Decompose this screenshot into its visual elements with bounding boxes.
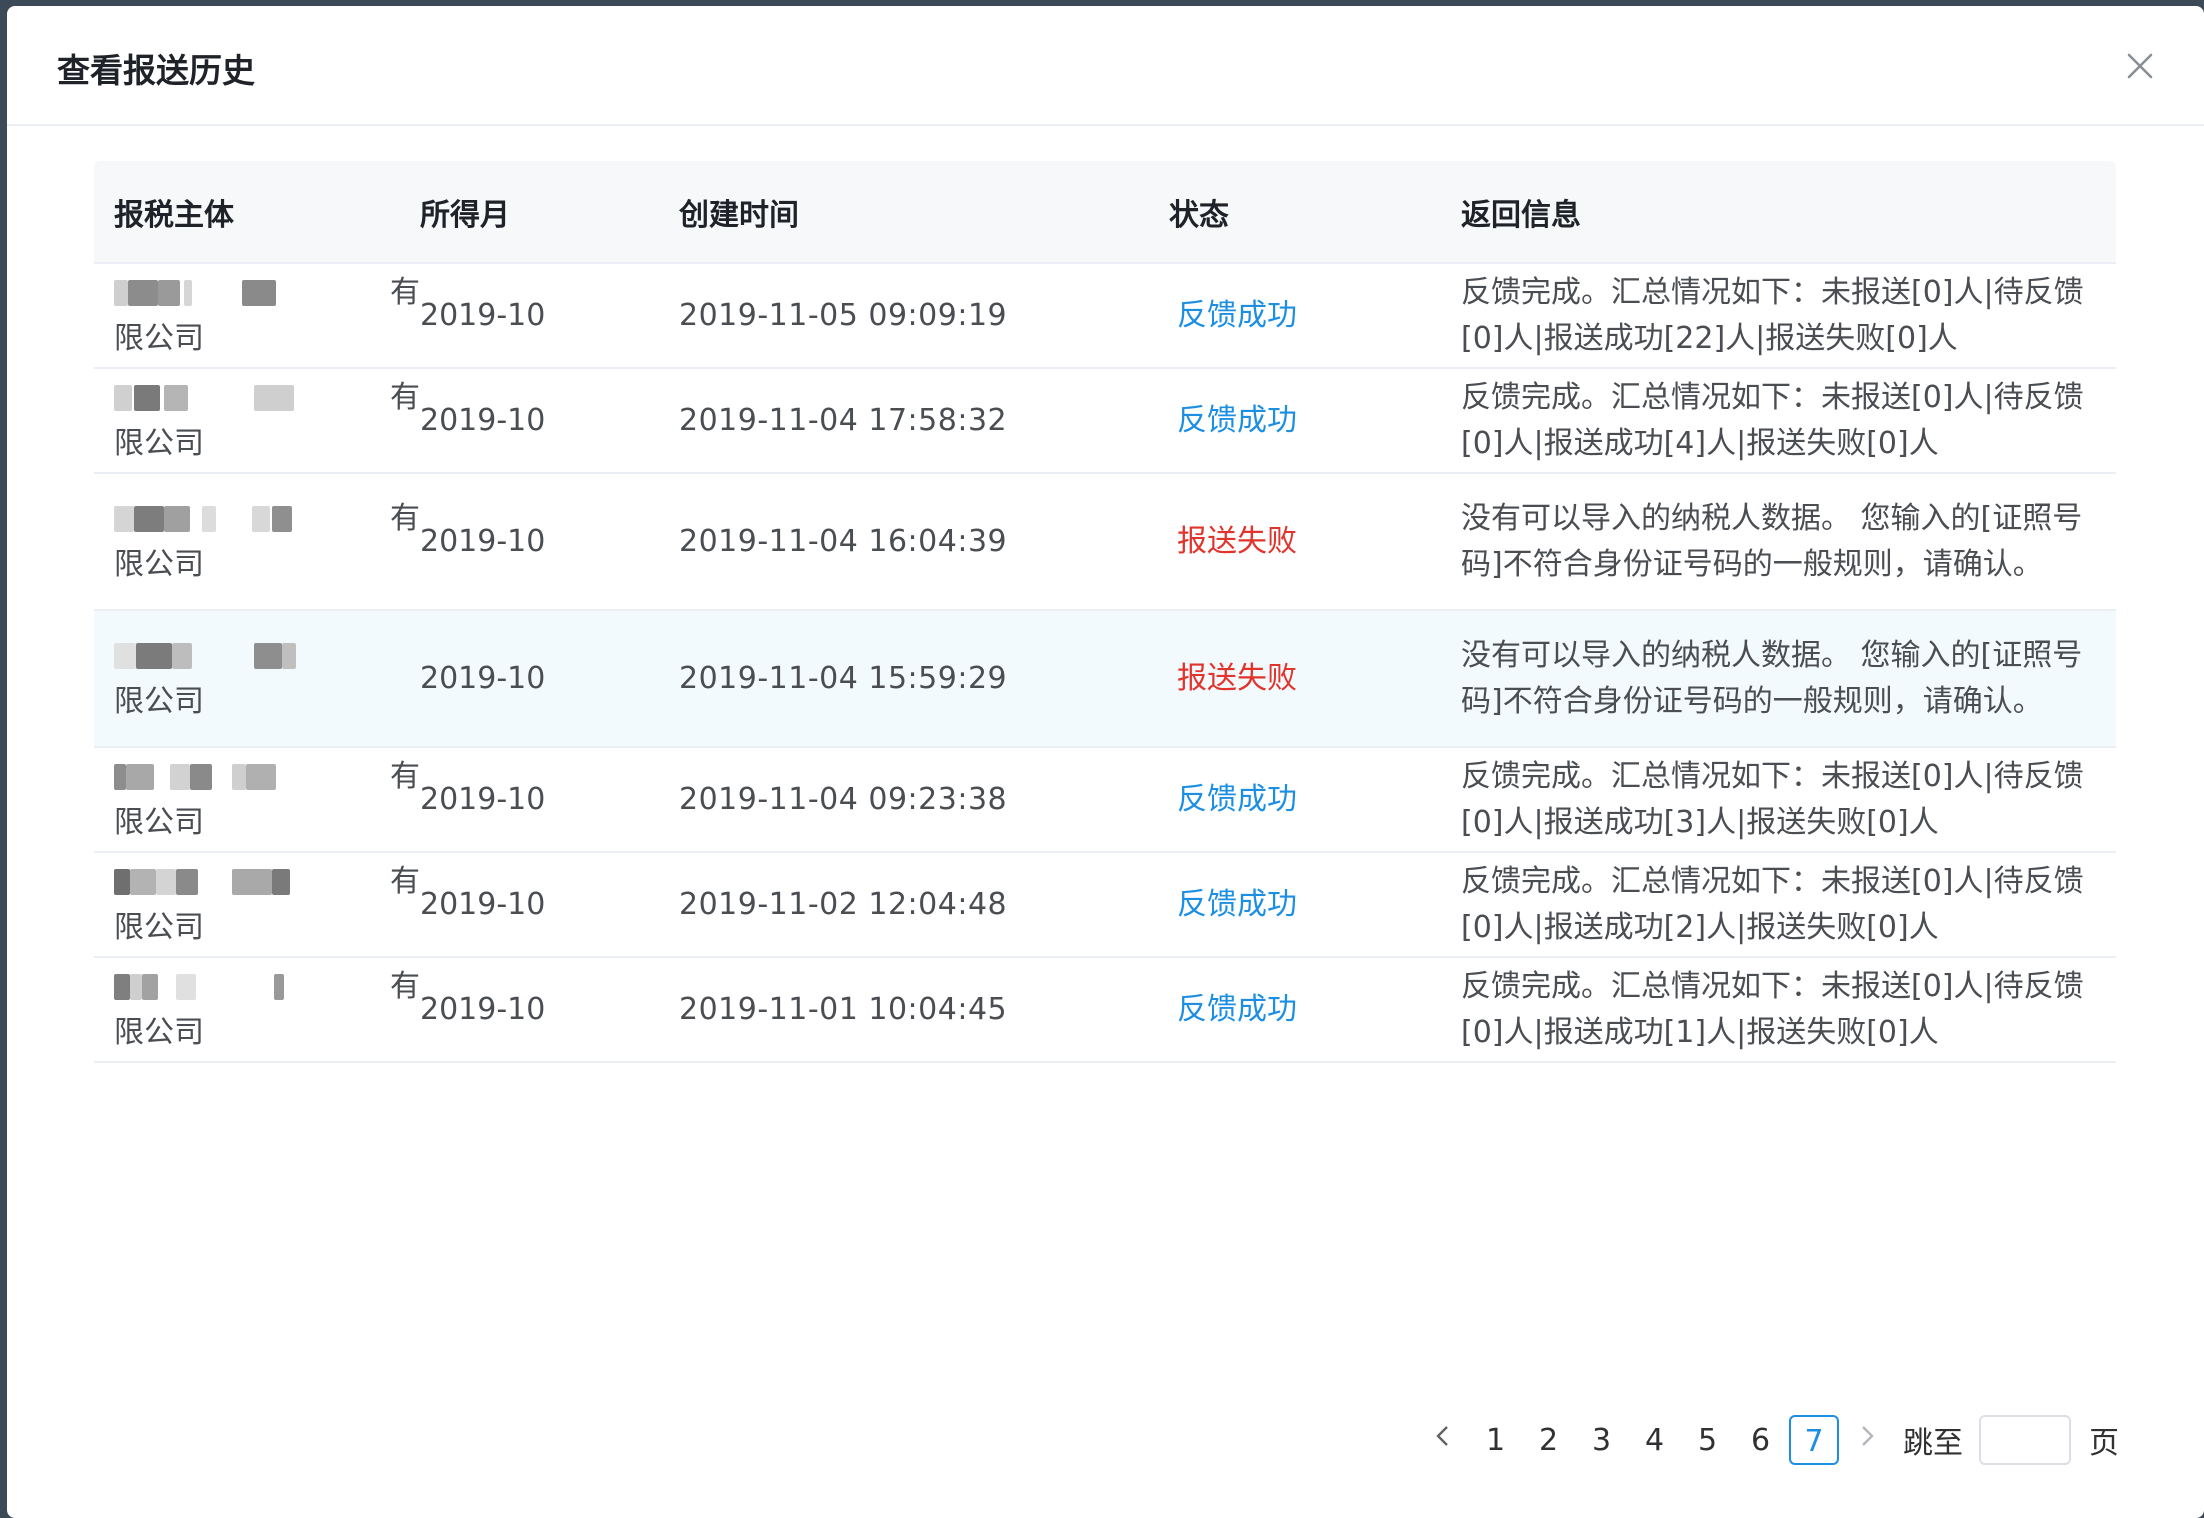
redacted-entity-name [114, 279, 386, 306]
redacted-entity-name [114, 973, 386, 1000]
entity-cell: 有 限公司 [94, 375, 420, 467]
status-cell: 报送失败 [1177, 523, 1297, 559]
chevron-right-icon [1862, 1426, 1874, 1446]
return-info-cell: 反馈完成。汇总情况如下：未报送[0]人|待反馈[0]人|报送成功[3]人|报送失… [1461, 758, 2084, 840]
redacted-entity-name [114, 384, 386, 411]
page-4-button[interactable]: 4 [1628, 1423, 1681, 1458]
return-info-cell: 反馈完成。汇总情况如下：未报送[0]人|待反馈[0]人|报送成功[1]人|报送失… [1461, 968, 2084, 1050]
status-cell: 反馈成功 [1177, 402, 1297, 438]
table-row[interactable]: 有 限公司 2019-10 2019-11-04 09:23:38 反馈成功 反… [94, 748, 2116, 853]
month-cell: 2019-10 [420, 402, 546, 438]
page-3-button[interactable]: 3 [1575, 1423, 1628, 1458]
table-body: 有 限公司 2019-10 2019-11-05 09:09:19 反馈成功 反… [94, 264, 2116, 1063]
created-time-cell: 2019-11-04 09:23:38 [679, 781, 1008, 817]
entity-cell: 有 限公司 [94, 496, 420, 588]
page-6-button[interactable]: 6 [1734, 1423, 1787, 1458]
created-time-cell: 2019-11-05 09:09:19 [679, 297, 1008, 333]
header-return-info: 返回信息 [1461, 197, 1581, 233]
header-entity: 报税主体 [114, 197, 234, 233]
jump-page-input[interactable] [1979, 1415, 2071, 1465]
entity-cell: 有 限公司 [94, 270, 420, 362]
created-time-cell: 2019-11-04 15:59:29 [679, 660, 1008, 696]
return-info-cell: 反馈完成。汇总情况如下：未报送[0]人|待反馈[0]人|报送成功[2]人|报送失… [1461, 863, 2084, 945]
page-7-button[interactable]: 7 [1789, 1415, 1839, 1465]
redacted-entity-name [114, 763, 386, 790]
report-history-table: 报税主体 所得月 创建时间 状态 返回信息 有 限公司 2019-10 2019… [94, 161, 2116, 1063]
entity-name-line2: 限公司 [114, 683, 204, 719]
entity-name-end: 有 [390, 758, 420, 794]
entity-name-end: 有 [390, 379, 420, 415]
month-cell: 2019-10 [420, 297, 546, 333]
return-info-cell: 没有可以导入的纳税人数据。 您输入的[证照号码]不符合身份证号码的一般规则，请确… [1461, 637, 2083, 719]
created-time-cell: 2019-11-04 16:04:39 [679, 523, 1008, 559]
dialog-header: 查看报送历史 [7, 6, 2204, 126]
return-info-cell: 反馈完成。汇总情况如下：未报送[0]人|待反馈[0]人|报送成功[4]人|报送失… [1461, 379, 2084, 461]
created-time-cell: 2019-11-04 17:58:32 [679, 402, 1008, 438]
table-row[interactable]: 有 限公司 2019-10 2019-11-01 10:04:45 反馈成功 反… [94, 958, 2116, 1063]
table-row[interactable]: 有 限公司 2019-10 2019-11-04 17:58:32 反馈成功 反… [94, 369, 2116, 474]
dialog-title: 查看报送历史 [57, 51, 255, 90]
status-cell: 反馈成功 [1177, 297, 1297, 333]
entity-name-end: 有 [390, 274, 420, 310]
page-1-button[interactable]: 1 [1469, 1423, 1522, 1458]
prev-page-button[interactable] [1417, 1422, 1469, 1458]
entity-name-line2: 限公司 [114, 909, 204, 945]
month-cell: 2019-10 [420, 781, 546, 817]
month-cell: 2019-10 [420, 886, 546, 922]
report-history-dialog: 查看报送历史 报税主体 所得月 创建时间 状态 返回信息 有 限公司 2019-… [7, 6, 2204, 1518]
entity-name-end: 有 [390, 500, 420, 536]
entity-cell: 有 限公司 [94, 964, 420, 1056]
status-cell: 反馈成功 [1177, 781, 1297, 817]
table-row[interactable]: 限公司 2019-10 2019-11-04 15:59:29 报送失败 没有可… [94, 611, 2116, 748]
entity-name-line2: 限公司 [114, 425, 204, 461]
created-time-cell: 2019-11-01 10:04:45 [679, 991, 1008, 1027]
table-row[interactable]: 有 限公司 2019-10 2019-11-02 12:04:48 反馈成功 反… [94, 853, 2116, 958]
entity-name-line2: 限公司 [114, 804, 204, 840]
redacted-entity-name [114, 505, 386, 532]
entity-cell: 有 限公司 [94, 859, 420, 951]
entity-cell: 限公司 [94, 633, 420, 725]
close-button[interactable] [2120, 46, 2160, 86]
status-cell: 反馈成功 [1177, 886, 1297, 922]
pagination: 1234567 跳至 页 [1417, 1412, 2119, 1468]
table-row[interactable]: 有 限公司 2019-10 2019-11-04 16:04:39 报送失败 没… [94, 474, 2116, 611]
page-suffix: 页 [2089, 1426, 2119, 1461]
next-page-button[interactable] [1841, 1422, 1893, 1458]
entity-name-line2: 限公司 [114, 1014, 204, 1050]
entity-name-line2: 限公司 [114, 546, 204, 582]
created-time-cell: 2019-11-02 12:04:48 [679, 886, 1008, 922]
chevron-left-icon [1436, 1426, 1448, 1446]
month-cell: 2019-10 [420, 523, 546, 559]
return-info-cell: 没有可以导入的纳税人数据。 您输入的[证照号码]不符合身份证号码的一般规则，请确… [1461, 500, 2083, 582]
jump-label: 跳至 [1903, 1426, 1963, 1461]
month-cell: 2019-10 [420, 660, 546, 696]
header-status: 状态 [1169, 197, 1229, 233]
status-cell: 报送失败 [1177, 660, 1297, 696]
page-2-button[interactable]: 2 [1522, 1423, 1575, 1458]
redacted-entity-name [114, 642, 416, 669]
table-row[interactable]: 有 限公司 2019-10 2019-11-05 09:09:19 反馈成功 反… [94, 264, 2116, 369]
table-header: 报税主体 所得月 创建时间 状态 返回信息 [94, 161, 2116, 264]
entity-name-line2: 限公司 [114, 320, 204, 356]
redacted-entity-name [114, 868, 386, 895]
entity-name-end: 有 [390, 863, 420, 899]
month-cell: 2019-10 [420, 991, 546, 1027]
return-info-cell: 反馈完成。汇总情况如下：未报送[0]人|待反馈[0]人|报送成功[22]人|报送… [1461, 274, 2084, 356]
page-list: 1234567 [1469, 1415, 1841, 1465]
status-cell: 反馈成功 [1177, 991, 1297, 1027]
page-5-button[interactable]: 5 [1681, 1423, 1734, 1458]
entity-name-end: 有 [390, 968, 420, 1004]
close-icon [2127, 53, 2153, 79]
header-created-time: 创建时间 [679, 197, 799, 233]
entity-cell: 有 限公司 [94, 754, 420, 846]
header-month: 所得月 [420, 197, 510, 233]
